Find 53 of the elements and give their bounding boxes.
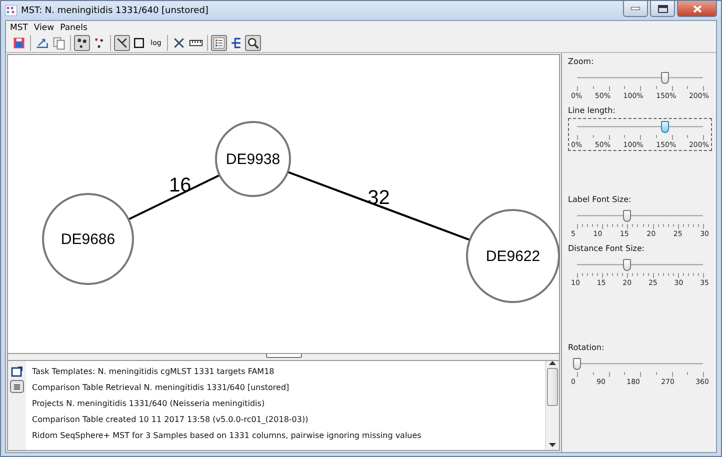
slider-label: Label Font Size: bbox=[568, 195, 632, 204]
slider-thumb[interactable] bbox=[623, 210, 632, 222]
log-line: Comparison Table Retrieval N. meningitidis 1331/640 [unstored] bbox=[32, 382, 290, 394]
log-line: Task Templates: N. meningitidis cgMLST 1331 targets FAM18 bbox=[32, 366, 276, 378]
slider-thumb[interactable] bbox=[661, 121, 670, 133]
log-line: Comparison Table created 10 11 2017 13:58 (v5.0.0-rc01_(2018-03)) bbox=[32, 414, 310, 426]
slider-label: Zoom: bbox=[568, 57, 595, 66]
menu-item[interactable]: View bbox=[34, 22, 54, 32]
maximize-icon bbox=[658, 4, 668, 12]
slider-thumb[interactable] bbox=[623, 259, 632, 271]
legend-icon bbox=[212, 36, 226, 50]
close-icon bbox=[692, 4, 702, 12]
toolbar-button[interactable] bbox=[131, 35, 147, 51]
graph-node[interactable]: DE9622 bbox=[466, 209, 560, 303]
minimize-icon bbox=[631, 7, 640, 10]
toolbar-button[interactable] bbox=[74, 35, 90, 51]
slider-track[interactable] bbox=[577, 210, 703, 222]
tree-icon bbox=[229, 36, 243, 50]
minimize-button[interactable] bbox=[623, 1, 648, 17]
scroll-down-icon[interactable] bbox=[549, 443, 556, 447]
graph-node[interactable]: DE9686 bbox=[42, 193, 134, 285]
log-line: Projects N. meningitidis 1331/640 (Neisseria meningitidis) bbox=[32, 398, 266, 410]
slider-label: Rotation: bbox=[568, 343, 606, 352]
scrollbar-thumb[interactable] bbox=[547, 368, 558, 406]
search-icon bbox=[246, 36, 260, 50]
maximize-button[interactable] bbox=[650, 1, 675, 17]
edges-icon bbox=[115, 36, 129, 50]
splitter-handle[interactable] bbox=[266, 354, 302, 358]
scissors-icon bbox=[172, 36, 186, 50]
app-icon bbox=[5, 5, 17, 16]
dots-icon bbox=[75, 36, 89, 50]
window-title: MST: N. meningitidis 1331/640 [unstored] bbox=[21, 6, 210, 16]
list-icon[interactable] bbox=[10, 380, 24, 393]
slider-track[interactable] bbox=[577, 259, 703, 271]
slider-label: Line length: bbox=[568, 106, 616, 115]
graph-node[interactable]: DE9938 bbox=[215, 121, 291, 197]
menu-item[interactable]: Panels bbox=[60, 22, 88, 32]
slider-track[interactable] bbox=[577, 72, 703, 84]
log-line: Ridom SeqSphere+ MST for 3 Samples based on 1331 columns, pairwise ignoring missing values bbox=[32, 430, 422, 442]
toolbar-button[interactable] bbox=[114, 35, 130, 51]
dots-icon bbox=[92, 36, 106, 50]
slider-thumb[interactable] bbox=[573, 358, 581, 370]
close-button[interactable] bbox=[677, 1, 717, 17]
slider-label: Distance Font Size: bbox=[568, 244, 646, 253]
toolbar-button[interactable] bbox=[171, 35, 187, 51]
toolbar-button[interactable] bbox=[245, 35, 261, 51]
export-icon bbox=[35, 36, 49, 50]
slider-track[interactable] bbox=[577, 121, 703, 133]
export-icon[interactable] bbox=[11, 366, 23, 377]
slider-thumb[interactable] bbox=[661, 72, 670, 84]
square-icon bbox=[132, 36, 146, 50]
copy-icon bbox=[52, 36, 66, 50]
menu-item[interactable]: MST bbox=[10, 22, 28, 32]
